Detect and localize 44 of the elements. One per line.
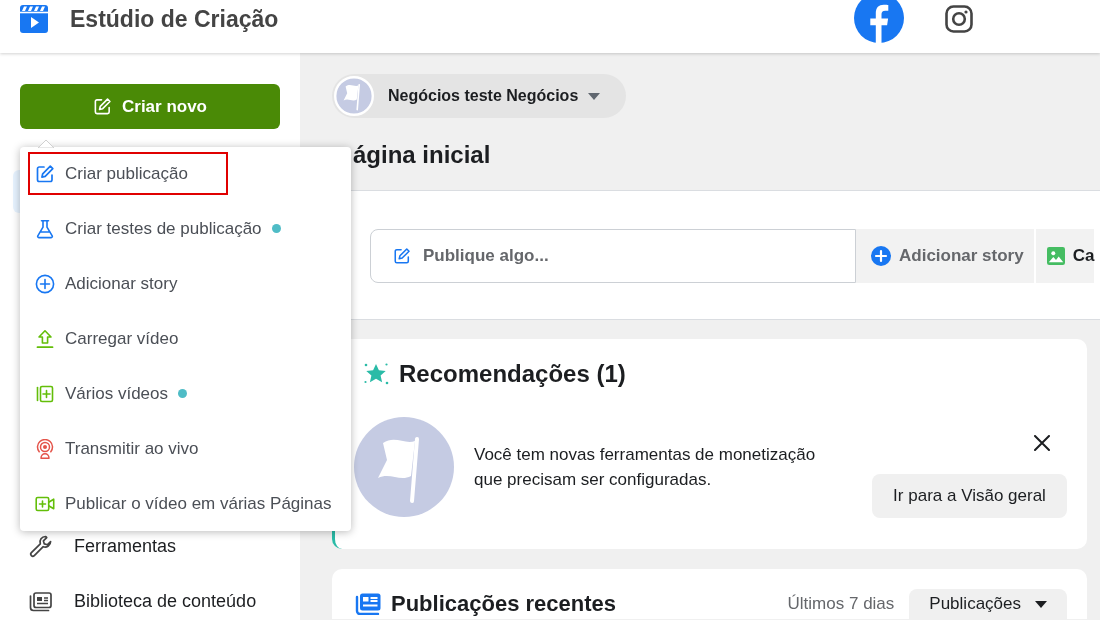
composer-action-button[interactable]: Ca: [1035, 229, 1095, 283]
edit-icon: [93, 97, 112, 116]
post-input-field[interactable]: Publique algo...: [370, 229, 856, 283]
nav-item[interactable]: Ferramentas: [20, 527, 280, 565]
menu-item[interactable]: Publicar o vídeo em várias Páginas: [28, 482, 339, 525]
recommendation-message: Você tem novas ferramentas de monetização que precisam ser configuradas.: [474, 444, 817, 491]
create-button[interactable]: Criar novo: [20, 84, 280, 129]
plus-circle-icon: [871, 246, 891, 266]
nav-item[interactable]: Biblioteca de conteúdo: [20, 582, 280, 620]
menu-item[interactable]: Carregar vídeo: [28, 317, 186, 360]
caret-icon: [1035, 600, 1047, 608]
instagram-icon[interactable]: [945, 5, 973, 33]
composer-action-button[interactable]: Adicionar story: [856, 229, 1034, 283]
menu-item[interactable]: Criar publicação: [28, 152, 228, 195]
overview-button[interactable]: Ir para a Visão geral: [872, 474, 1067, 518]
edit-icon: [393, 247, 411, 265]
recent-posts-title: Publicações recentes: [391, 590, 616, 618]
page-selector[interactable]: Negócios teste Negócios: [332, 74, 627, 118]
flag-avatar-icon: [334, 76, 374, 116]
photo-icon: [1046, 247, 1065, 265]
upload-icon: [35, 328, 55, 349]
menu-item[interactable]: Transmitir ao vivo: [28, 427, 206, 470]
app-title: Estúdio de Criação: [70, 5, 279, 33]
flag-avatar-icon: [354, 417, 454, 517]
menu-item[interactable]: Adicionar story: [28, 262, 185, 305]
posts-filter-dropdown[interactable]: Publicações: [909, 589, 1067, 619]
menu-item[interactable]: Vários vídeos: [28, 372, 194, 415]
page-title: ágina inicial: [353, 140, 491, 170]
recommendations-title: Recomendações (1): [399, 360, 626, 388]
facebook-icon[interactable]: [854, 0, 904, 43]
period-label: Últimos 7 dias: [787, 594, 895, 614]
flask-icon: [35, 218, 55, 239]
broadcast-icon: [35, 438, 55, 459]
edit-icon: [35, 163, 55, 184]
clapperboard-icon: [20, 5, 48, 33]
star-icon: [363, 361, 389, 387]
caret-icon: [588, 92, 601, 100]
wrench-icon: [28, 533, 54, 559]
menu-item[interactable]: Criar testes de publicação: [28, 207, 288, 250]
plus-circle-icon: [35, 273, 55, 294]
page-name: Negócios teste Negócios: [388, 87, 579, 105]
stacked-frames-plus-icon: [35, 383, 55, 404]
close-icon[interactable]: [1034, 435, 1050, 451]
news-card-icon: [355, 593, 381, 615]
